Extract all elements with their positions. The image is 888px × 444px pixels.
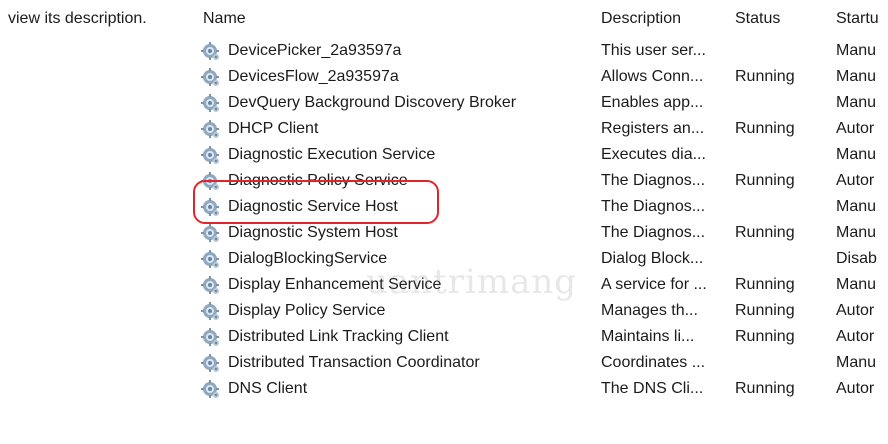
table-row[interactable]: Distributed Transaction Coordinator Coor… — [0, 350, 888, 376]
table-row[interactable]: Distributed Link Tracking Client Maintai… — [0, 324, 888, 350]
service-startup-type: Autor — [836, 380, 875, 397]
gear-service-icon — [201, 146, 219, 164]
service-description: This user ser... — [601, 42, 706, 59]
gear-service-icon — [201, 354, 219, 372]
service-startup-type: Manu — [836, 68, 877, 85]
service-startup-type: Autor — [836, 328, 875, 345]
table-row[interactable]: DevQuery Background Discovery Broker Ena… — [0, 90, 888, 116]
service-name: Distributed Transaction Coordinator — [228, 354, 480, 371]
service-description: Registers an... — [601, 120, 705, 137]
highlight-annotation — [193, 180, 439, 224]
table-row[interactable]: Display Enhancement Service A service fo… — [0, 272, 888, 298]
table-row-selected[interactable]: Diagnostic Policy Service The Diagnos...… — [0, 168, 888, 194]
service-startup-type: Autor — [836, 120, 875, 137]
column-header-row: Name Description Status Startu — [0, 0, 888, 40]
service-description: Enables app... — [601, 94, 704, 111]
table-row[interactable]: Display Policy Service Manages th... Run… — [0, 298, 888, 324]
service-status: Running — [735, 172, 795, 189]
service-status: Running — [735, 224, 795, 241]
service-status: Running — [735, 328, 795, 345]
service-name: DevicePicker_2a93597a — [228, 42, 402, 59]
table-row[interactable]: DHCP Client Registers an... Running Auto… — [0, 116, 888, 142]
service-startup-type: Manu — [836, 224, 877, 241]
gear-service-icon — [201, 42, 219, 60]
table-row[interactable]: Diagnostic Service Host The Diagnos... M… — [0, 194, 888, 220]
service-startup-type: Manu — [836, 354, 877, 371]
service-description: A service for ... — [601, 276, 707, 293]
gear-service-icon — [201, 328, 219, 346]
service-name: DHCP Client — [228, 120, 319, 137]
service-status: Running — [735, 68, 795, 85]
table-row[interactable]: DevicesFlow_2a93597a Allows Conn... Runn… — [0, 64, 888, 90]
service-name: DevicesFlow_2a93597a — [228, 68, 399, 85]
service-startup-type: Manu — [836, 276, 877, 293]
service-status: Running — [735, 120, 795, 137]
service-startup-type: Manu — [836, 146, 877, 163]
service-description: Allows Conn... — [601, 68, 704, 85]
gear-service-icon — [201, 68, 219, 86]
service-description: Executes dia... — [601, 146, 706, 163]
service-description: Coordinates ... — [601, 354, 706, 371]
service-status: Running — [735, 276, 795, 293]
service-name: DevQuery Background Discovery Broker — [228, 94, 517, 111]
service-startup-type: Disab — [836, 250, 877, 267]
services-list: DevicePicker_2a93597a This user ser... M… — [0, 38, 888, 402]
service-name: Display Policy Service — [228, 302, 386, 319]
service-name: Diagnostic Execution Service — [228, 146, 436, 163]
service-name: DialogBlockingService — [228, 250, 388, 267]
gear-service-icon — [201, 302, 219, 320]
column-header-startup[interactable]: Startu — [836, 10, 879, 28]
service-name: DNS Client — [228, 380, 308, 397]
service-startup-type: Autor — [836, 302, 875, 319]
table-row[interactable]: Diagnostic Execution Service Executes di… — [0, 142, 888, 168]
gear-service-icon — [201, 120, 219, 138]
service-startup-type: Manu — [836, 198, 877, 215]
column-header-status[interactable]: Status — [735, 10, 780, 28]
table-row[interactable]: DialogBlockingService Dialog Block... Di… — [0, 246, 888, 272]
gear-service-icon — [201, 250, 219, 268]
service-name: Diagnostic System Host — [228, 224, 398, 241]
service-status: Running — [735, 380, 795, 397]
service-startup-type: Autor — [836, 172, 875, 189]
service-description: The Diagnos... — [601, 198, 706, 215]
gear-service-icon — [201, 94, 219, 112]
service-status: Running — [735, 302, 795, 319]
column-header-description[interactable]: Description — [601, 10, 681, 28]
service-description: The Diagnos... — [601, 224, 706, 241]
service-description: Manages th... — [601, 302, 698, 319]
gear-service-icon — [201, 276, 219, 294]
service-startup-type: Manu — [836, 94, 877, 111]
column-header-name[interactable]: Name — [203, 10, 246, 28]
table-row[interactable]: DNS Client The DNS Cli... Running Autor — [0, 376, 888, 402]
service-description: The Diagnos... — [601, 172, 706, 189]
table-row[interactable]: Diagnostic System Host The Diagnos... Ru… — [0, 220, 888, 246]
service-name: Distributed Link Tracking Client — [228, 328, 449, 345]
gear-service-icon — [201, 224, 219, 242]
service-description: The DNS Cli... — [601, 380, 704, 397]
table-row[interactable]: DevicePicker_2a93597a This user ser... M… — [0, 38, 888, 64]
service-description: Dialog Block... — [601, 250, 704, 267]
service-name: Display Enhancement Service — [228, 276, 442, 293]
service-description: Maintains li... — [601, 328, 695, 345]
service-startup-type: Manu — [836, 42, 877, 59]
gear-service-icon — [201, 380, 219, 398]
